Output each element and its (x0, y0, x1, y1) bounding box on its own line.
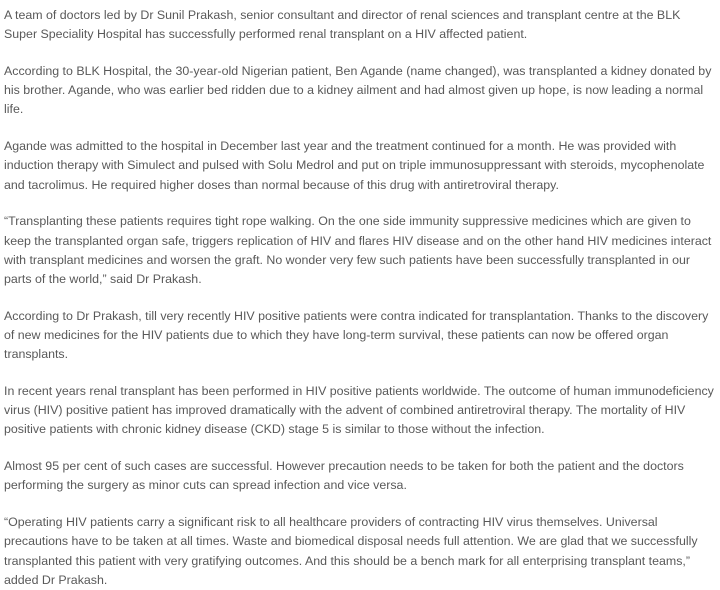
paragraph-quote-operating: “Operating HIV patients carry a signific… (4, 515, 698, 587)
paragraph-quote-transplanting: “Transplanting these patients requires t… (4, 214, 712, 287)
paragraph-recent-years: In recent years renal transplant has bee… (4, 384, 714, 437)
paragraph-treatment: Agande was admitted to the hospital in D… (4, 139, 705, 192)
paragraph-patient: According to BLK Hospital, the 30-year-o… (4, 64, 712, 117)
paragraph-contra-indicated: According to Dr Prakash, till very recen… (4, 308, 709, 362)
paragraph-success-rate: Almost 95 per cent of such cases are suc… (4, 459, 684, 493)
article-body: A team of doctors led by Dr Sunil Prakas… (0, 0, 720, 587)
paragraph-intro: A team of doctors led by Dr Sunil Prakas… (4, 8, 681, 42)
